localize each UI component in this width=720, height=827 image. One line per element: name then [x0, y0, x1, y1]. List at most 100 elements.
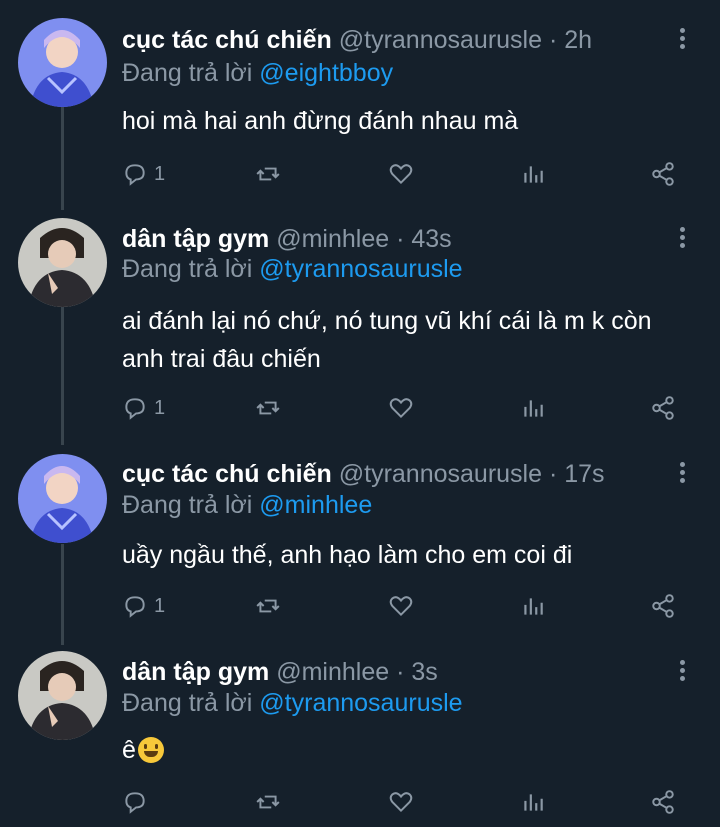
thread-line: [61, 544, 64, 645]
share-icon: [652, 396, 674, 420]
replying-to: Đang trả lời @tyrannosaurusle: [122, 688, 463, 718]
tweet-4[interactable]: dân tập gym @minhlee · 3s Đang trả lời @…: [0, 645, 720, 827]
retweet-button[interactable]: [255, 787, 281, 817]
share-button[interactable]: [650, 159, 676, 189]
action-bar: 1: [122, 591, 682, 621]
action-bar: 1: [122, 393, 682, 423]
more-vertical-icon[interactable]: [672, 227, 692, 253]
more-vertical-icon[interactable]: [672, 28, 692, 54]
like-button[interactable]: [388, 591, 414, 621]
avatar[interactable]: [18, 651, 107, 740]
share-icon: [652, 162, 674, 186]
tweet-header: dân tập gym @minhlee · 43s: [122, 224, 452, 254]
retweet-button[interactable]: [255, 591, 281, 621]
display-name[interactable]: cục tác chú chiến: [122, 460, 332, 488]
tweet-1[interactable]: cục tác chú chiến @tyrannosaurusle · 2h …: [0, 0, 720, 210]
replying-to-label: Đang trả lời: [122, 255, 253, 283]
replying-to-label: Đang trả lời: [122, 689, 253, 717]
reply-button[interactable]: 1: [122, 591, 165, 621]
like-button[interactable]: [388, 393, 414, 423]
avatar[interactable]: [18, 454, 107, 543]
user-handle[interactable]: @minhlee: [276, 658, 389, 686]
analytics-button[interactable]: [520, 159, 546, 189]
analytics-icon: [524, 794, 543, 811]
reply-count: 1: [154, 396, 166, 419]
analytics-button[interactable]: [520, 591, 546, 621]
retweet-icon: [256, 795, 280, 809]
reply-icon: [125, 398, 145, 420]
more-vertical-icon[interactable]: [672, 660, 692, 686]
timestamp[interactable]: 3s: [411, 658, 437, 686]
retweet-button[interactable]: [255, 159, 281, 189]
tweet-text: hoi mà hai anh đừng đánh nhau mà: [122, 107, 519, 135]
replying-to: Đang trả lời @tyrannosaurusle: [122, 254, 463, 284]
timestamp[interactable]: 43s: [411, 225, 451, 253]
share-button[interactable]: [650, 591, 676, 621]
replying-to-label: Đang trả lời: [122, 59, 253, 87]
heart-icon: [389, 596, 413, 617]
tweet-header: cục tác chú chiến @tyrannosaurusle · 2h: [122, 25, 592, 55]
replying-to: Đang trả lời @eightbboy: [122, 58, 393, 88]
separator-dot: ·: [396, 225, 405, 253]
reply-button[interactable]: 1: [122, 159, 165, 189]
display-name[interactable]: cục tác chú chiến: [122, 26, 332, 54]
timestamp[interactable]: 17s: [564, 460, 604, 488]
reply-icon: [125, 164, 145, 186]
tweet-header: cục tác chú chiến @tyrannosaurusle · 17s: [122, 459, 605, 489]
replying-to: Đang trả lời @minhlee: [122, 490, 372, 520]
thread-line: [61, 307, 64, 445]
tweet-text: uầy ngầu thế, anh hạo làm cho em coi đi: [122, 541, 573, 569]
tweet-text: ê: [122, 731, 682, 769]
replying-to-label: Đang trả lời: [122, 491, 253, 519]
timestamp[interactable]: 2h: [564, 26, 592, 54]
grinning-face-emoji: [137, 737, 164, 763]
heart-icon: [389, 398, 413, 419]
analytics-icon: [524, 166, 543, 183]
reply-icon: [125, 792, 145, 814]
separator-dot: ·: [548, 26, 558, 54]
share-button[interactable]: [650, 393, 676, 423]
more-vertical-icon[interactable]: [672, 462, 692, 488]
user-handle[interactable]: @tyrannosaurusle: [339, 26, 542, 54]
display-name[interactable]: dân tập gym: [122, 658, 269, 686]
tweet-header: dân tập gym @minhlee · 3s: [122, 657, 438, 687]
user-handle[interactable]: @tyrannosaurusle: [339, 460, 542, 488]
analytics-icon: [524, 400, 543, 417]
analytics-button[interactable]: [520, 787, 546, 817]
heart-icon: [389, 164, 413, 185]
reply-button[interactable]: 1: [122, 393, 165, 423]
reply-icon: [125, 596, 145, 618]
avatar[interactable]: [18, 218, 107, 307]
action-bar: [122, 787, 682, 817]
retweet-button[interactable]: [255, 393, 281, 423]
reply-count: 1: [154, 594, 166, 617]
retweet-icon: [256, 599, 280, 613]
action-bar: 1: [122, 159, 682, 189]
tweet-2[interactable]: dân tập gym @minhlee · 43s Đang trả lời …: [0, 210, 720, 445]
analytics-button[interactable]: [520, 393, 546, 423]
reply-count: 1: [154, 162, 166, 185]
share-icon: [652, 790, 674, 814]
share-icon: [652, 594, 674, 618]
retweet-icon: [256, 401, 280, 415]
separator-dot: ·: [548, 460, 558, 488]
share-button[interactable]: [650, 787, 676, 817]
thread-line: [61, 107, 64, 210]
like-button[interactable]: [388, 159, 414, 189]
mention-link[interactable]: @minhlee: [259, 491, 372, 519]
tweet-text: ai đánh lại nó chứ, nó tung vũ khí cái l…: [122, 307, 652, 373]
separator-dot: ·: [396, 658, 405, 686]
user-handle[interactable]: @minhlee: [276, 225, 389, 253]
mention-link[interactable]: @eightbboy: [259, 59, 393, 87]
heart-icon: [389, 792, 413, 813]
mention-link[interactable]: @tyrannosaurusle: [259, 689, 462, 717]
reply-button[interactable]: [122, 787, 154, 817]
retweet-icon: [256, 167, 280, 181]
display-name[interactable]: dân tập gym: [122, 225, 269, 253]
tweet-text-content: ê: [122, 736, 136, 764]
like-button[interactable]: [388, 787, 414, 817]
mention-link[interactable]: @tyrannosaurusle: [259, 255, 462, 283]
analytics-icon: [524, 598, 543, 615]
tweet-3[interactable]: cục tác chú chiến @tyrannosaurusle · 17s…: [0, 445, 720, 645]
avatar[interactable]: [18, 18, 107, 107]
